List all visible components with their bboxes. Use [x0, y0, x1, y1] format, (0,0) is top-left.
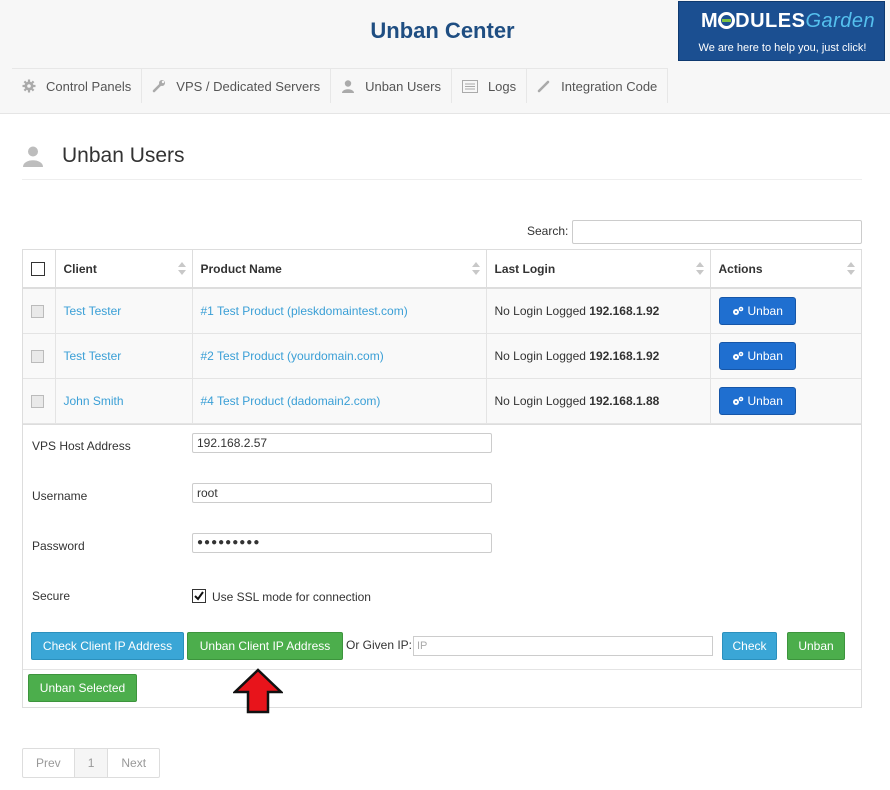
product-link[interactable]: #1 Test Product (pleskdomaintest.com) — [201, 304, 408, 318]
column-header-product[interactable]: Product Name — [192, 250, 487, 289]
table-row: Test Tester #2 Test Product (yourdomain.… — [23, 333, 861, 379]
column-header-actions[interactable]: Actions — [710, 250, 861, 289]
given-ip-input[interactable]: IP — [413, 636, 713, 656]
search-input[interactable] — [572, 220, 862, 244]
page-title: Unban Users — [62, 144, 185, 167]
product-link[interactable]: #2 Test Product (yourdomain.com) — [201, 349, 384, 363]
client-link[interactable]: John Smith — [64, 394, 124, 408]
table-row: John Smith #4 Test Product (dadomain2.co… — [23, 378, 861, 424]
secure-label: Secure — [32, 589, 71, 603]
vps-host-label: VPS Host Address — [32, 439, 131, 453]
unban-button[interactable]: Unban — [787, 632, 845, 660]
top-header: Unban Center M DULESGarden We are here to… — [0, 0, 890, 114]
list-icon — [461, 79, 478, 93]
password-label: Password — [32, 539, 85, 553]
pencil-icon — [537, 80, 550, 93]
username-label: Username — [32, 489, 88, 503]
wrench-icon — [152, 80, 166, 93]
nav-item-integration-code[interactable]: Integration Code — [527, 69, 669, 103]
unban-button[interactable]: Unban — [718, 386, 796, 415]
unban-button[interactable]: Unban — [718, 296, 796, 325]
ssl-option-label: Use SSL mode for connection — [212, 590, 371, 604]
sort-icon — [847, 262, 855, 276]
gear-icon — [22, 79, 36, 93]
nav-item-logs[interactable]: Logs — [452, 69, 528, 103]
row-checkbox[interactable] — [31, 349, 44, 363]
select-all-checkbox[interactable] — [31, 261, 45, 276]
pagination: Prev 1 Next — [22, 748, 161, 778]
sort-icon — [695, 262, 704, 276]
client-link[interactable]: Test Tester — [64, 349, 122, 363]
sort-icon — [471, 262, 480, 276]
gears-icon — [732, 396, 743, 405]
ssl-checkbox[interactable] — [192, 589, 206, 603]
row-checkbox[interactable] — [31, 394, 44, 408]
prev-page-button[interactable]: Prev — [23, 749, 75, 777]
check-client-ip-button[interactable]: Check Client IP Address — [31, 632, 184, 660]
nav-item-vps-dedicated[interactable]: VPS / Dedicated Servers — [142, 69, 332, 103]
user-icon — [342, 80, 355, 93]
next-page-button[interactable]: Next — [108, 749, 159, 777]
last-login-cell: No Login Logged 192.168.1.88 — [486, 378, 711, 424]
column-header-client[interactable]: Client — [55, 250, 193, 289]
check-icon — [194, 591, 204, 601]
connection-form: VPS Host Address 192.168.2.57 Username r… — [22, 424, 862, 708]
product-link[interactable]: #4 Test Product (dadomain2.com) — [201, 394, 381, 408]
last-login-cell: No Login Logged 192.168.1.92 — [486, 333, 711, 379]
username-input[interactable]: root — [192, 483, 492, 503]
brand-banner[interactable]: M DULESGarden We are here to help you, ju… — [678, 1, 885, 61]
row-checkbox[interactable] — [31, 304, 44, 318]
client-link[interactable]: Test Tester — [64, 304, 122, 318]
sort-icon — [177, 262, 186, 276]
users-table: Client Product Name Last Login Actions T… — [22, 249, 862, 425]
search-label: Search: — [527, 224, 569, 238]
vps-host-input[interactable]: 192.168.2.57 — [192, 433, 492, 453]
table-row: Test Tester #1 Test Product (pleskdomain… — [23, 288, 861, 334]
column-header-last-login[interactable]: Last Login — [486, 250, 711, 289]
up-arrow-icon — [233, 668, 283, 714]
main-nav: Control Panels VPS / Dedicated Servers U… — [12, 68, 669, 103]
unban-selected-button[interactable]: Unban Selected — [28, 674, 137, 702]
gears-icon — [732, 351, 743, 360]
page-heading: Unban Users — [22, 140, 862, 180]
brand-o-icon — [718, 12, 736, 29]
user-icon — [23, 146, 43, 167]
check-button[interactable]: Check — [722, 632, 777, 660]
brand-logo: M DULESGarden — [701, 10, 876, 32]
given-ip-label: Or Given IP: — [346, 638, 413, 652]
page-number[interactable]: 1 — [74, 749, 109, 777]
gears-icon — [732, 306, 743, 315]
unban-client-ip-button[interactable]: Unban Client IP Address — [187, 632, 343, 660]
divider — [23, 669, 861, 670]
password-input[interactable]: ●●●●●●●●● — [192, 533, 492, 553]
nav-item-control-panels[interactable]: Control Panels — [12, 69, 143, 103]
brand-tagline: We are here to help you, just click! — [698, 42, 867, 54]
nav-item-unban-users[interactable]: Unban Users — [331, 69, 452, 103]
unban-button[interactable]: Unban — [718, 341, 796, 370]
last-login-cell: No Login Logged 192.168.1.92 — [486, 288, 711, 334]
select-all-header — [23, 250, 56, 289]
